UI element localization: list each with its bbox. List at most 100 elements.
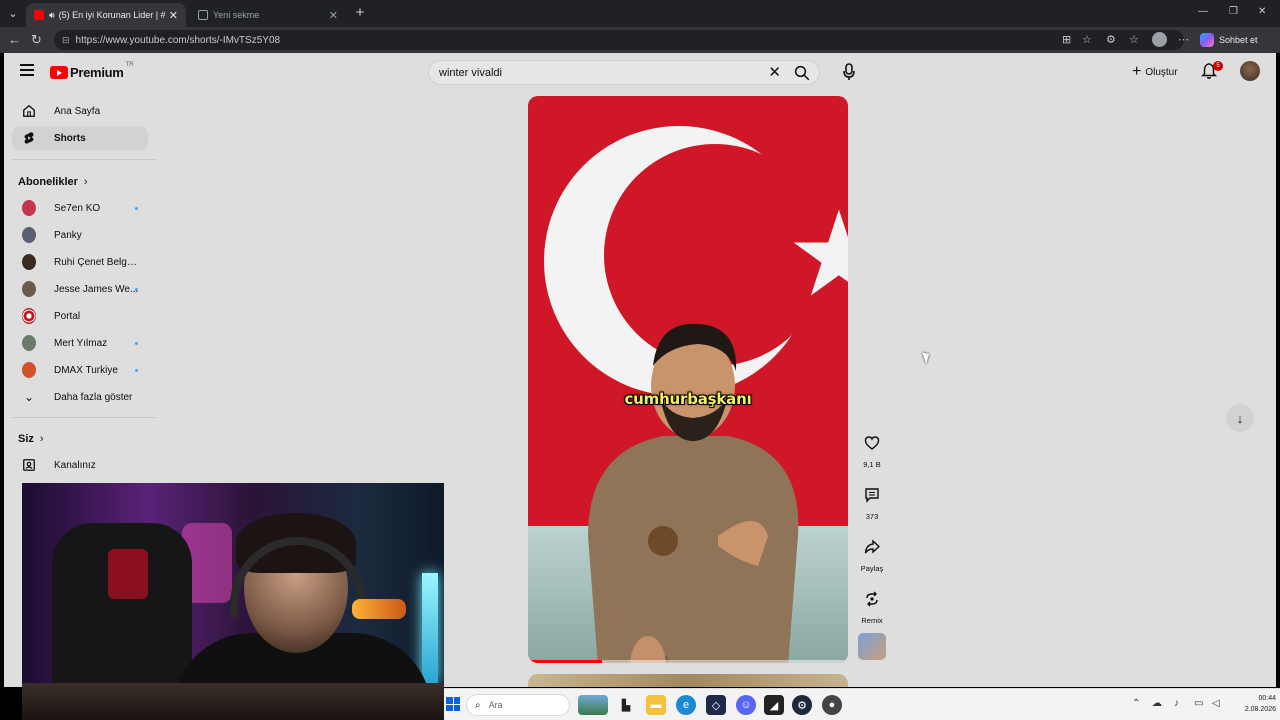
copilot-icon (1200, 33, 1214, 47)
sidebar-divider (12, 159, 156, 160)
sidebar-item-shorts[interactable]: Shorts (12, 126, 148, 150)
onedrive-icon[interactable]: ☁ (1152, 698, 1162, 709)
next-short-button[interactable]: ↓ (1226, 404, 1254, 432)
arrow-down-icon: ↓ (1236, 410, 1244, 426)
sidebar-item-label: Jesse James We... (54, 283, 139, 295)
sidebar-item-label: Kanalınız (54, 459, 96, 471)
sidebar-item-channel[interactable]: Portal (12, 304, 148, 328)
youtube-play-logo-icon (50, 66, 68, 79)
you-heading-label: Siz (18, 433, 34, 445)
clock-time: 00:44 (1258, 695, 1276, 702)
video-person (588, 323, 799, 663)
copilot-button[interactable]: Sohbet et (1200, 32, 1258, 48)
search-input[interactable] (439, 66, 819, 79)
voice-search-icon[interactable] (842, 63, 856, 81)
collections-icon[interactable]: ☆ (1129, 33, 1139, 46)
task-view-icon[interactable]: ▙ (616, 695, 636, 715)
comment-button[interactable]: 373 (856, 481, 888, 521)
tab-close-icon[interactable]: ✕ (169, 9, 178, 22)
app-icon[interactable]: ● (822, 695, 842, 715)
taskbar-clock[interactable]: 00:44 2.08.2026 (1230, 693, 1276, 715)
display-tray-icon[interactable]: ▭ (1194, 698, 1203, 709)
sidebar-item-channel[interactable]: Panky (12, 223, 148, 247)
address-bar[interactable]: ⊟ https://www.youtube.com/shorts/-IMvTSz… (54, 30, 1184, 50)
webcam-desk (22, 683, 444, 720)
channel-avatar (22, 281, 36, 297)
youtube-favicon-icon (34, 10, 44, 20)
create-button[interactable]: + Oluştur (1126, 61, 1186, 83)
remix-icon (866, 591, 878, 607)
you-heading[interactable]: Siz › (18, 433, 44, 445)
video-progress-bar[interactable] (528, 660, 848, 663)
subscriptions-heading[interactable]: Abonelikler › (18, 176, 88, 188)
profile-avatar-icon[interactable] (1152, 32, 1167, 47)
tab-new-tab[interactable]: Yeni sekme ✕ (190, 3, 346, 27)
show-hidden-icons-chevron-icon[interactable]: ⌃ (1132, 698, 1140, 709)
shorts-video-player[interactable]: ★ cumhurbaşkanı (528, 96, 848, 663)
new-content-dot (135, 288, 138, 291)
sound-thumbnail[interactable] (858, 633, 886, 660)
extensions-icon[interactable]: ⚙ (1106, 33, 1116, 46)
more-menu-icon[interactable]: ⋯ (1178, 33, 1189, 46)
editor-app-icon[interactable]: ◢ (764, 695, 784, 715)
sidebar-item-channel[interactable]: Mert Yılmaz (12, 331, 148, 355)
reload-icon[interactable]: ↻ (31, 32, 42, 48)
sidebar-item-channel[interactable]: Se7en KO (12, 196, 148, 220)
search-icon[interactable] (793, 64, 811, 82)
taskbar-search[interactable]: ⌕ Ara (466, 694, 570, 716)
volume-tray-icon[interactable]: ◁ (1212, 698, 1220, 709)
sidebar-item-channel[interactable]: Ruhi Çenet Belgese... (12, 250, 148, 274)
channel-avatar (22, 362, 36, 378)
discord-icon[interactable]: ☺ (736, 695, 756, 715)
tab-list-chevron-icon[interactable]: ⌄ (4, 4, 22, 22)
sidebar-item-channel[interactable]: DMAX Turkiye (12, 358, 148, 382)
sidebar-item-label: Ruhi Çenet Belgese... (54, 256, 142, 268)
new-content-dot (135, 369, 138, 372)
windows-taskbar: ⌕ Ara ▙ ▬ e ◇ ☺ ◢ ⚙ ● ⌃ ☁ ♪ ▭ ◁ 00:44 2.… (444, 688, 1280, 720)
clear-search-icon[interactable]: ✕ (768, 64, 781, 81)
minimize-button[interactable]: — (1198, 6, 1208, 17)
edge-browser-icon[interactable]: e (676, 695, 696, 715)
back-arrow-icon[interactable]: ← (8, 32, 21, 48)
remix-button[interactable]: Remix (856, 585, 888, 625)
create-label: Oluştur (1145, 66, 1178, 78)
webcam-chair-accent (108, 549, 148, 599)
new-tab-button[interactable]: + (352, 4, 368, 22)
favorite-star-icon[interactable]: ☆ (1082, 33, 1092, 46)
vscode-icon[interactable]: ◇ (706, 695, 726, 715)
steam-icon[interactable]: ⚙ (792, 695, 812, 715)
next-short-preview[interactable] (528, 674, 848, 687)
tab-title: (5) En iyi Korunan Lider | #emr (58, 10, 165, 20)
chevron-right-icon: › (39, 433, 44, 445)
show-more-label: Daha fazla göster (54, 391, 133, 403)
microphone-tray-icon[interactable]: ♪ (1174, 698, 1179, 709)
page-favicon-icon (198, 10, 208, 20)
tab-youtube-short[interactable]: 🔊︎ (5) En iyi Korunan Lider | #emr ✕ (26, 3, 186, 27)
youtube-premium-logo[interactable]: Premium TR (50, 61, 134, 80)
copilot-label: Sohbet et (1219, 35, 1258, 45)
country-code: TR (125, 61, 134, 68)
show-more-button[interactable]: ⌄ Daha fazla göster (12, 385, 148, 409)
webcam-lamp (422, 573, 438, 683)
site-info-icon[interactable]: ⊟ (62, 35, 70, 46)
sidebar-item-home[interactable]: Ana Sayfa (12, 99, 148, 123)
remix-label: Remix (861, 616, 883, 625)
app-available-icon[interactable]: ⊞ (1062, 33, 1071, 46)
tab-title: Yeni sekme (213, 10, 260, 20)
file-explorer-icon[interactable]: ▬ (646, 695, 666, 715)
restore-button[interactable]: ❐ (1229, 6, 1238, 17)
close-window-button[interactable]: ✕ (1258, 6, 1266, 17)
search-icon: ⌕ (475, 699, 481, 711)
plus-icon: + (1132, 63, 1142, 80)
speaker-icon[interactable]: 🔊︎ (49, 10, 55, 21)
sidebar-item-your-channel[interactable]: Kanalınız (12, 453, 148, 477)
menu-icon[interactable] (20, 64, 34, 76)
widgets-icon[interactable] (578, 695, 608, 715)
share-button[interactable]: Paylaş (856, 533, 888, 573)
sidebar-item-channel[interactable]: Jesse James We... (12, 277, 148, 301)
windows-start-icon[interactable] (446, 697, 460, 711)
like-button[interactable]: 9,1 B (856, 429, 888, 469)
account-avatar[interactable] (1240, 61, 1260, 81)
sidebar-item-label: Shorts (54, 132, 86, 144)
tab-close-icon[interactable]: ✕ (329, 9, 338, 22)
